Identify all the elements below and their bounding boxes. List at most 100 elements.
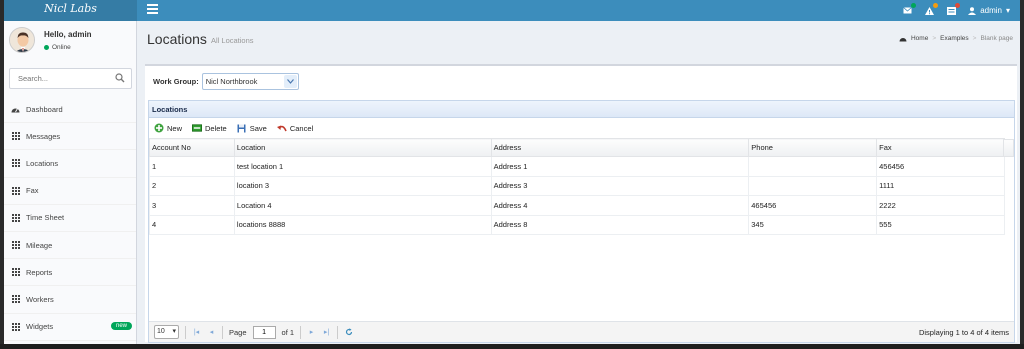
cell-fax[interactable]: 555 [876, 214, 1005, 235]
sidebar-item-locations[interactable]: Locations [4, 150, 136, 178]
chevron-down-icon[interactable] [283, 75, 297, 88]
new-button[interactable]: New [154, 123, 182, 133]
top-navbar: admin ▾ [137, 0, 1020, 21]
cell-fax[interactable]: 456456 [876, 156, 1005, 177]
cell-fax[interactable]: 1111 [876, 175, 1005, 196]
cell-account-no[interactable]: 1 [149, 156, 235, 177]
tasks-list-icon[interactable] [946, 2, 961, 16]
cell-address[interactable]: Address 3 [490, 175, 750, 196]
cell-account-no[interactable]: 4 [149, 214, 235, 235]
cancel-button-label: Cancel [289, 123, 314, 133]
page-number-input[interactable] [252, 325, 276, 339]
navbar-right: admin ▾ [902, 0, 1010, 21]
first-page-icon[interactable]: |◂ [192, 328, 201, 337]
cell-phone[interactable] [748, 175, 878, 196]
dashboard-icon [899, 37, 907, 41]
cell-account-no[interactable]: 2 [149, 175, 235, 196]
remove-icon [192, 123, 203, 133]
cell-account-no[interactable]: 3 [149, 195, 235, 216]
sidebar-item-label: Mileage [26, 240, 53, 250]
delete-button[interactable]: Delete [192, 123, 227, 133]
user-menu-label: admin [980, 6, 1002, 15]
grid-toolbar: New Delete Save Cancel [149, 118, 1014, 138]
column-header-phone[interactable]: Phone [748, 138, 878, 157]
workgroup-filter: Work Group: Nicl Northbrook [153, 73, 299, 90]
messages-badge [911, 2, 917, 8]
cell-address[interactable]: Address 8 [490, 214, 750, 235]
search-input[interactable] [10, 69, 110, 88]
refresh-icon[interactable] [344, 328, 353, 337]
user-greeting: Hello, admin [44, 30, 92, 39]
online-status-icon [44, 45, 49, 50]
page-of-label: of 1 [281, 327, 295, 337]
sidebar-item-fax[interactable]: Fax [4, 178, 136, 205]
sidebar-item-reports[interactable]: Reports [4, 259, 136, 287]
avatar [9, 27, 35, 53]
user-menu[interactable]: admin ▾ [968, 6, 1010, 15]
sidebar-search [9, 68, 132, 89]
table-row[interactable]: 1 test location 1 Address 1 456456 [149, 156, 1005, 177]
cell-phone[interactable]: 345 [748, 214, 878, 235]
table-row[interactable]: 2 location 3 Address 3 1111 [149, 175, 1005, 196]
sidebar-item-mileage[interactable]: Mileage [4, 232, 136, 260]
tasks-badge [955, 2, 961, 8]
content-box: Work Group: Nicl Northbrook Locations Ne… [145, 64, 1017, 343]
cell-location[interactable]: Location 4 [233, 195, 492, 216]
save-button[interactable]: Save [237, 123, 267, 133]
grid-icon [11, 213, 20, 222]
cell-address[interactable]: Address 4 [490, 195, 750, 216]
grid-pager: 10 ▾ |◂ ◂ Page of 1 ▸ ▸| Displaying 1 to… [149, 321, 1014, 342]
last-page-icon[interactable]: ▸| [322, 328, 331, 337]
cell-phone[interactable]: 465456 [748, 195, 878, 216]
sidebar-item-messages[interactable]: Messages [4, 123, 136, 151]
cell-location[interactable]: locations 8888 [233, 214, 492, 235]
content-header: Locations All Locations Home > Examples … [137, 21, 1020, 61]
page-size-select[interactable]: 10 ▾ [154, 325, 179, 339]
sidebar-item-workers[interactable]: Workers [4, 286, 136, 314]
workgroup-select[interactable]: Nicl Northbrook [201, 73, 299, 90]
cancel-button[interactable]: Cancel [276, 123, 314, 133]
column-header-location[interactable]: Location [233, 138, 492, 157]
new-button-label: New [167, 123, 183, 133]
table-row[interactable]: 4 locations 8888 Address 8 345 555 [149, 214, 1005, 235]
notifications-badge [933, 2, 939, 8]
cell-phone[interactable] [748, 156, 878, 177]
sidebar-item-label: Reports [26, 267, 53, 277]
sidebar-item-dashboard[interactable]: Dashboard [4, 96, 136, 124]
cell-fax[interactable]: 2222 [876, 195, 1005, 216]
locations-grid: Locations New Delete Save Cancel Account… [148, 100, 1015, 343]
search-icon[interactable] [115, 73, 126, 84]
breadcrumb-home[interactable]: Home [911, 35, 928, 42]
user-status: Online [44, 44, 71, 51]
breadcrumb-separator: > [932, 35, 937, 42]
sidebar-item-time-sheet[interactable]: Time Sheet [4, 205, 136, 232]
notifications-warning-icon[interactable] [924, 2, 939, 16]
grid-icon [11, 322, 20, 331]
grid-title: Locations [149, 101, 1014, 118]
table-row[interactable]: 3 Location 4 Address 4 465456 2222 [149, 195, 1005, 216]
sidebar-item-widgets[interactable]: Widgets new [4, 314, 136, 341]
cell-location[interactable]: test location 1 [233, 156, 492, 177]
next-page-icon[interactable]: ▸ [307, 328, 316, 337]
table-header-row: Account No Location Address Phone Fax [149, 138, 1005, 157]
workgroup-label: Work Group: [153, 77, 199, 86]
breadcrumb-separator: > [972, 35, 977, 42]
column-header-fax[interactable]: Fax [876, 138, 1005, 157]
cell-address[interactable]: Address 1 [490, 156, 750, 177]
cell-location[interactable]: location 3 [233, 175, 492, 196]
column-header-account-no[interactable]: Account No [149, 138, 235, 157]
messages-envelope-icon[interactable] [902, 2, 917, 16]
column-header-address[interactable]: Address [490, 138, 750, 157]
page-size-value: 10 [157, 328, 165, 335]
table-header-filler [1003, 139, 1014, 157]
breadcrumb-examples[interactable]: Examples [940, 35, 969, 42]
sidebar-toggle-icon[interactable] [147, 4, 158, 14]
user-status-label: Online [52, 44, 71, 51]
pager-info: Displaying 1 to 4 of 4 items [918, 328, 1009, 337]
page-title: Locations [147, 31, 207, 47]
add-icon [154, 123, 164, 133]
sidebar-nav: Dashboard Messages Locations Fax Time Sh… [4, 96, 136, 341]
prev-page-icon[interactable]: ◂ [207, 328, 216, 337]
grid-icon [11, 268, 20, 277]
logo[interactable]: Nicl Labs [4, 0, 137, 21]
